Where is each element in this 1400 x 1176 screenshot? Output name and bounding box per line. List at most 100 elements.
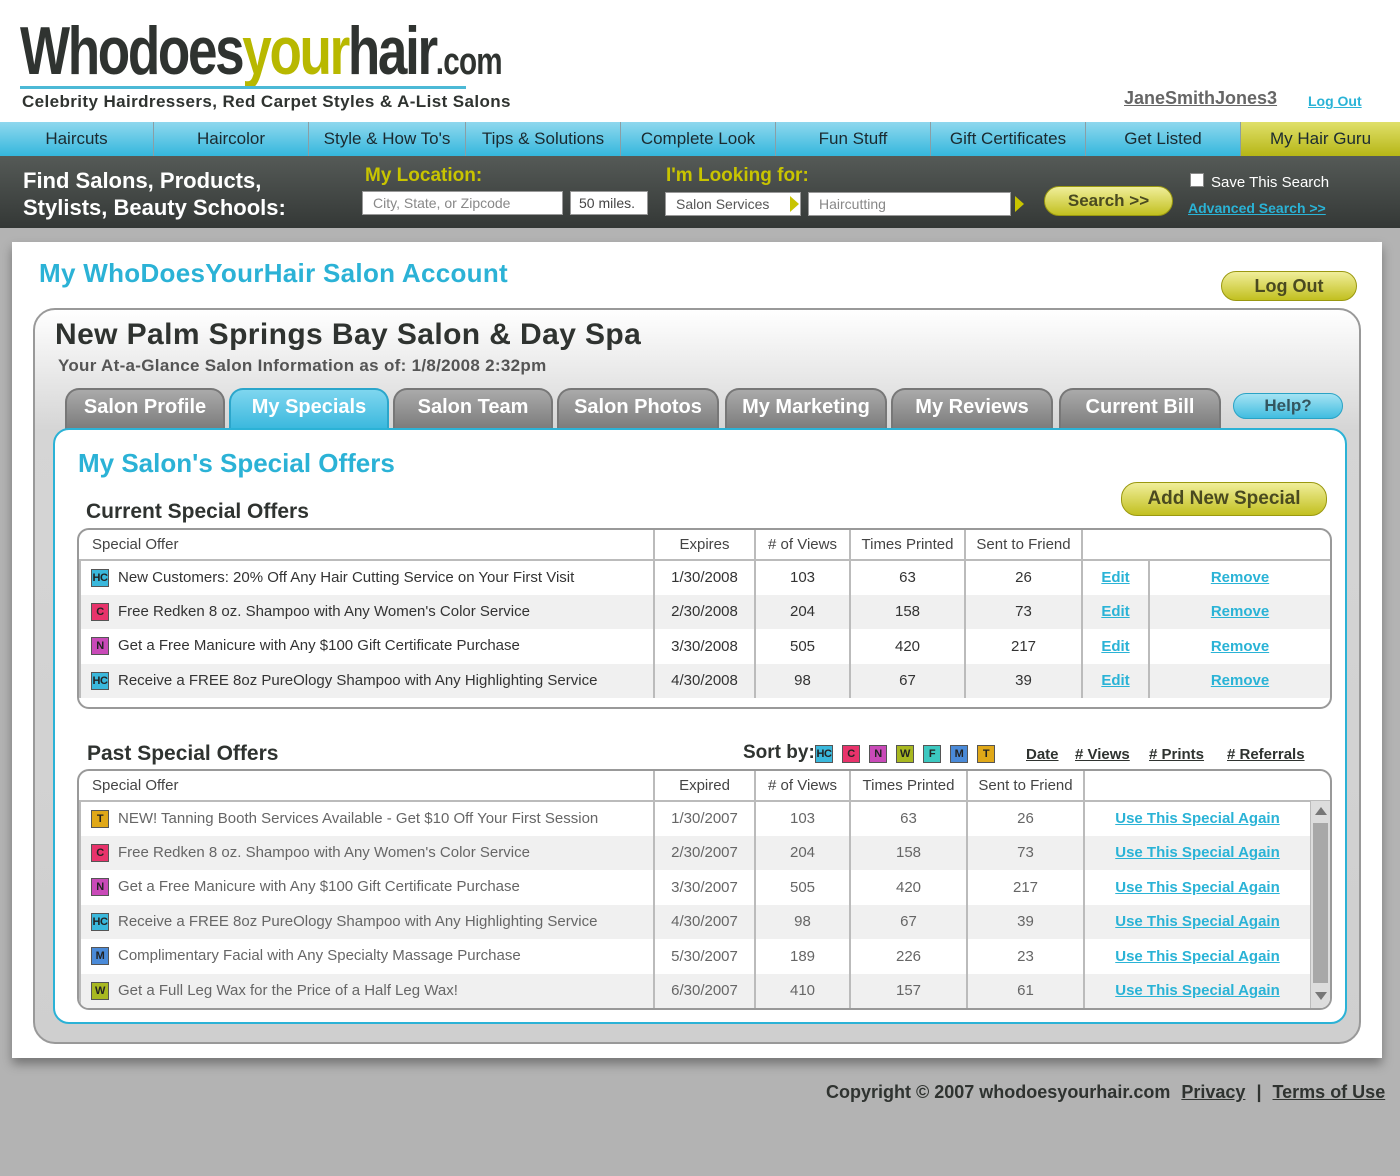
nav-get-listed[interactable]: Get Listed <box>1086 122 1241 156</box>
sort-by-label: Sort by: <box>743 742 815 763</box>
nav-style-how-tos[interactable]: Style & How To's <box>309 122 466 156</box>
use-special-again-link[interactable]: Use This Special Again <box>1115 913 1280 930</box>
edit-link[interactable]: Edit <box>1101 672 1129 689</box>
use-special-again-link[interactable]: Use This Special Again <box>1115 982 1280 999</box>
remove-cell: Remove <box>1148 629 1330 664</box>
sent-cell: 61 <box>966 973 1084 1008</box>
terms-of-use-link[interactable]: Terms of Use <box>1273 1082 1386 1102</box>
views-cell: 98 <box>754 663 850 698</box>
expires-cell: 4/30/2008 <box>653 663 755 698</box>
remove-link[interactable]: Remove <box>1211 672 1269 689</box>
remove-cell: Remove <box>1148 663 1330 698</box>
header-logout-link[interactable]: Log Out <box>1308 93 1362 109</box>
sent-cell: 217 <box>964 629 1082 664</box>
use-special-again-link[interactable]: Use This Special Again <box>1115 879 1280 896</box>
remove-cell: Remove <box>1148 594 1330 629</box>
nav-my-hair-guru[interactable]: My Hair Guru <box>1241 122 1400 156</box>
tab-my-specials[interactable]: My Specials <box>229 388 389 430</box>
views-cell: 505 <box>754 629 850 664</box>
table-row: HC Receive a FREE 8oz PureOlogy Shampoo w… <box>79 904 1330 939</box>
edit-link[interactable]: Edit <box>1101 603 1129 620</box>
printed-cell: 63 <box>849 801 967 836</box>
save-search-checkbox[interactable] <box>1190 173 1204 187</box>
site-logo[interactable]: Whodoesyourhair.com <box>20 17 503 85</box>
privacy-link[interactable]: Privacy <box>1181 1082 1245 1102</box>
remove-link[interactable]: Remove <box>1211 603 1269 620</box>
current-offers-table: Special Offer Expires # of Views Times P… <box>77 528 1332 709</box>
sort-chip-m[interactable]: M <box>950 745 968 763</box>
help-button[interactable]: Help? <box>1233 393 1343 419</box>
offer-cell: T NEW! Tanning Booth Services Available -… <box>79 801 654 836</box>
tab-current-bill[interactable]: Current Bill <box>1059 388 1221 430</box>
nav-complete-look[interactable]: Complete Look <box>621 122 776 156</box>
search-title: Find Salons, Products, Stylists, Beauty … <box>23 168 286 220</box>
nav-haircolor[interactable]: Haircolor <box>154 122 309 156</box>
sent-cell: 217 <box>966 870 1084 905</box>
sort-by-date-link[interactable]: Date <box>1026 746 1059 763</box>
location-input[interactable]: City, State, or Zipcode <box>362 191 563 215</box>
views-cell: 103 <box>754 560 850 595</box>
edit-link[interactable]: Edit <box>1101 638 1129 655</box>
service-dropdown-arrow-icon[interactable] <box>1015 196 1024 212</box>
category-badge: W <box>91 981 109 1000</box>
tab-salon-team[interactable]: Salon Team <box>393 388 553 430</box>
category-badge: N <box>91 878 109 897</box>
tab-my-reviews[interactable]: My Reviews <box>891 388 1053 430</box>
action-cell: Use This Special Again <box>1083 904 1310 939</box>
table-row: W Get a Full Leg Wax for the Price of a H… <box>79 973 1330 1008</box>
sort-by-prints-link[interactable]: # Prints <box>1149 746 1204 763</box>
site-header: Whodoesyourhair.com Celebrity Hairdresse… <box>0 0 1400 122</box>
nav-haircuts[interactable]: Haircuts <box>0 122 154 156</box>
sort-by-views-link[interactable]: # Views <box>1075 746 1130 763</box>
sort-chip-hc[interactable]: HC <box>815 745 833 763</box>
tab-my-marketing[interactable]: My Marketing <box>725 388 887 430</box>
sort-chip-w[interactable]: W <box>896 745 914 763</box>
nav-tips-solutions[interactable]: Tips & Solutions <box>466 122 621 156</box>
add-new-special-button[interactable]: Add New Special <box>1121 482 1327 516</box>
remove-link[interactable]: Remove <box>1211 569 1269 586</box>
past-offers-title: Past Special Offers <box>87 742 279 765</box>
advanced-search-link[interactable]: Advanced Search >> <box>1188 200 1326 216</box>
main-nav: Haircuts Haircolor Style & How To's Tips… <box>0 122 1400 156</box>
nav-fun-stuff[interactable]: Fun Stuff <box>776 122 931 156</box>
distance-select[interactable]: 50 miles. <box>570 191 648 215</box>
offer-cell: C Free Redken 8 oz. Shampoo with Any Wome… <box>79 835 654 870</box>
footer-separator: | <box>1256 1082 1262 1102</box>
scroll-down-arrow-icon[interactable] <box>1315 992 1327 1000</box>
sort-chip-n[interactable]: N <box>869 745 887 763</box>
past-offers-scrollbar[interactable] <box>1310 801 1330 1008</box>
remove-link[interactable]: Remove <box>1211 638 1269 655</box>
category-dropdown-arrow-icon[interactable] <box>790 196 799 212</box>
use-special-again-link[interactable]: Use This Special Again <box>1115 948 1280 965</box>
sort-chip-f[interactable]: F <box>923 745 941 763</box>
col-header-printed: Times Printed <box>849 530 965 561</box>
table-row: HC New Customers: 20% Off Any Hair Cuttin… <box>79 560 1330 595</box>
use-special-again-link[interactable]: Use This Special Again <box>1115 844 1280 861</box>
tab-salon-photos[interactable]: Salon Photos <box>557 388 719 430</box>
username-link[interactable]: JaneSmithJones3 <box>1124 88 1277 109</box>
salon-name: New Palm Springs Bay Salon & Day Spa <box>55 318 642 351</box>
search-button[interactable]: Search >> <box>1044 186 1173 216</box>
service-input[interactable]: Haircutting <box>808 192 1011 216</box>
edit-link[interactable]: Edit <box>1101 569 1129 586</box>
col-header-scroll <box>1310 771 1330 802</box>
looking-for-label: I'm Looking for: <box>666 165 809 186</box>
col-header-remove <box>1149 530 1330 561</box>
salon-subtitle: Your At-a-Glance Salon Information as of… <box>58 356 547 375</box>
tab-salon-profile[interactable]: Salon Profile <box>65 388 225 430</box>
sort-by-referrals-link[interactable]: # Referrals <box>1227 746 1305 763</box>
col-header-views: # of Views <box>754 771 850 802</box>
edit-cell: Edit <box>1081 594 1149 629</box>
scroll-up-arrow-icon[interactable] <box>1315 807 1327 815</box>
use-special-again-link[interactable]: Use This Special Again <box>1115 810 1280 827</box>
sort-chip-t[interactable]: T <box>977 745 995 763</box>
account-logout-button[interactable]: Log Out <box>1221 271 1357 301</box>
location-label: My Location: <box>365 165 483 186</box>
category-select[interactable]: Salon Services <box>665 192 801 216</box>
sort-chip-c[interactable]: C <box>842 745 860 763</box>
nav-gift-certificates[interactable]: Gift Certificates <box>931 122 1086 156</box>
expired-cell: 6/30/2007 <box>653 973 755 1008</box>
printed-cell: 158 <box>849 594 965 629</box>
salon-info-box: New Palm Springs Bay Salon & Day Spa You… <box>33 308 1361 1044</box>
scrollbar-thumb[interactable] <box>1313 823 1328 983</box>
